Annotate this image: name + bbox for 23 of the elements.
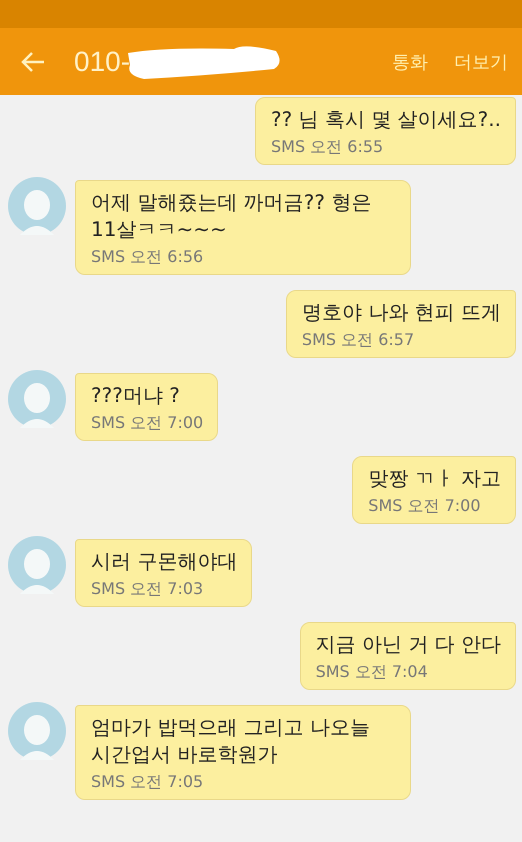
message-text: 시러 구몬해야대 (91, 548, 238, 575)
avatar-icon[interactable] (8, 177, 66, 235)
message-time: SMS 오전 7:03 (91, 578, 204, 600)
message-time: SMS 오전 7:00 (91, 412, 204, 434)
avatar-icon[interactable] (8, 702, 66, 760)
message-text: 엄마가 밥먹으래 그리고 나오늘 시간업서 바로학원가 (91, 714, 372, 768)
message-time: SMS 오전 7:04 (316, 661, 429, 683)
contact-number: 010- (74, 46, 130, 78)
message-text: ???머냐 ? (91, 382, 181, 409)
message-text: 명호야 나와 현피 뜨게 (302, 299, 501, 326)
message-text: 지금 아닌 거 다 안다 (316, 631, 501, 658)
message-text: 어제 말해죴는데 까머금?? 형은 11살ㅋㅋ~~~ (91, 189, 372, 243)
message-time: SMS 오전 6:56 (91, 246, 204, 268)
message-time: SMS 오전 7:05 (91, 771, 204, 793)
message-text: ?? 님 혹시 몇 살이세요?.. (271, 106, 501, 133)
action-button[interactable]: 통화 (390, 46, 430, 78)
message-time: SMS 오전 6:57 (302, 329, 416, 351)
avatar-icon[interactable] (8, 536, 66, 594)
message-time: SMS 오전 7:00 (368, 495, 482, 517)
avatar-icon[interactable] (8, 370, 66, 428)
message-text: 맞짱 ㄲㅏ 자고 (368, 465, 501, 492)
message-time: SMS 오전 6:55 (271, 136, 384, 158)
action-button[interactable]: 더보기 (452, 46, 510, 78)
